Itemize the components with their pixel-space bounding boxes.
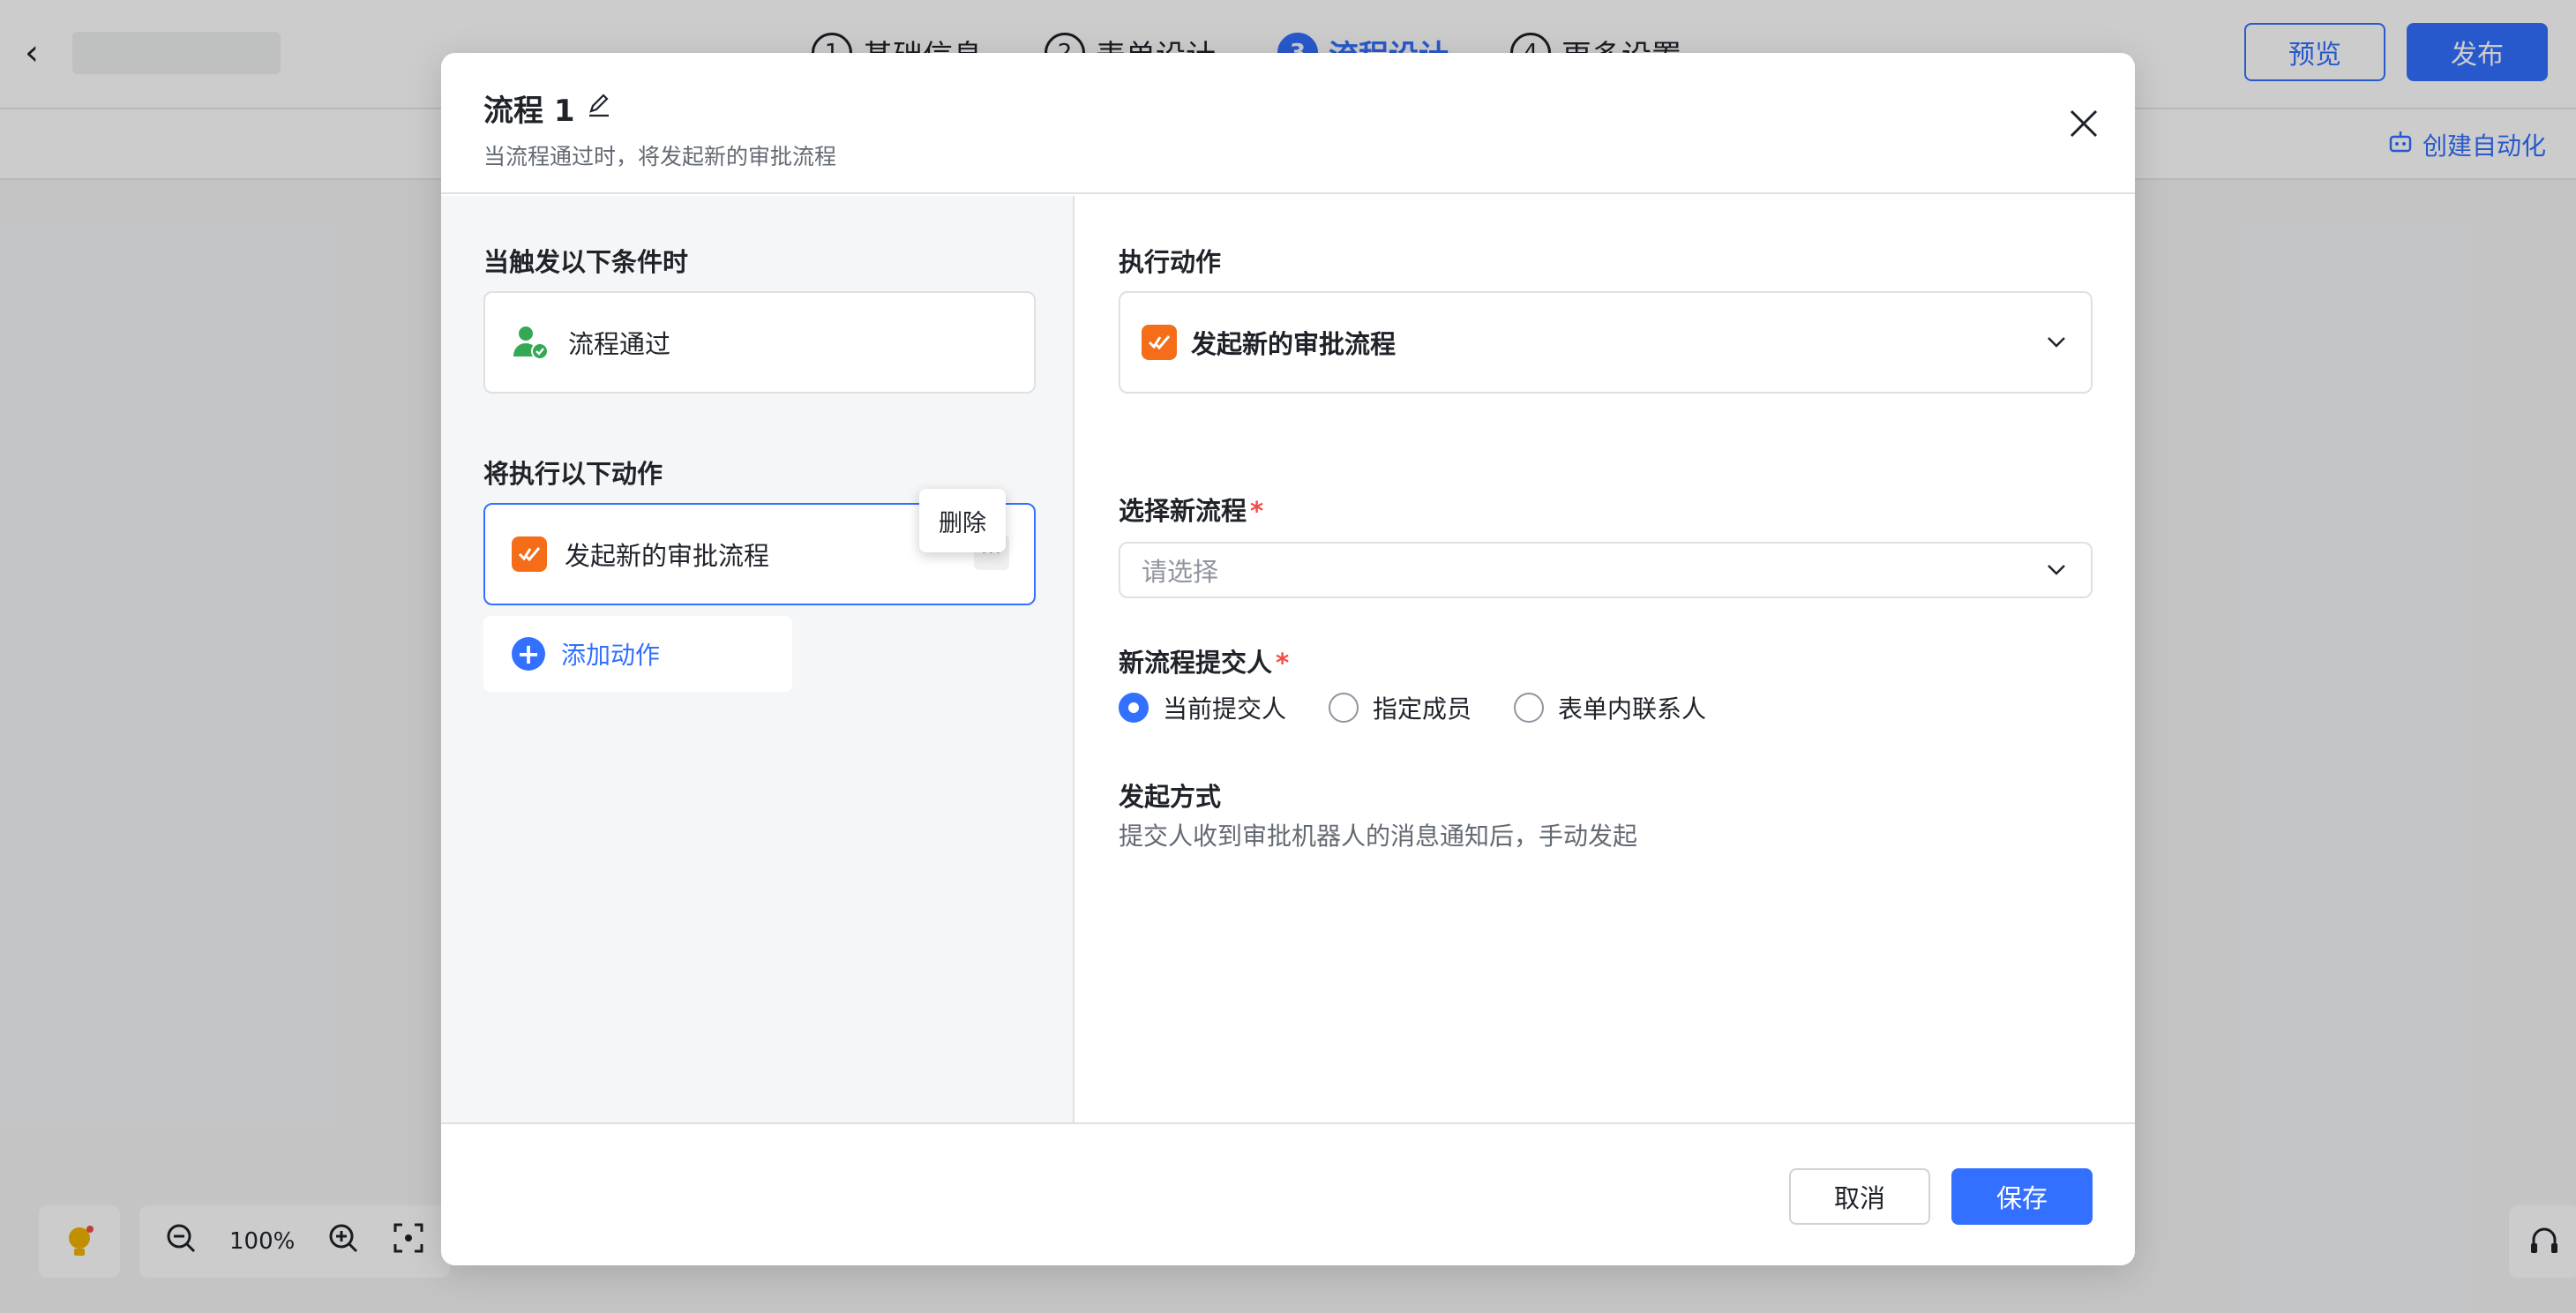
submitter-radio-group: 当前提交人 指定成员 表单内联系人 <box>1119 690 1706 725</box>
submitter-label: 新流程提交人 * <box>1119 642 1289 679</box>
pencil-icon[interactable] <box>586 92 612 125</box>
radio-button[interactable] <box>1514 693 1545 723</box>
dialog-footer: 取消 保存 <box>441 1122 2135 1265</box>
radio-button-checked[interactable] <box>1119 693 1149 723</box>
chevron-down-icon <box>2047 559 2066 581</box>
select-flow-dropdown[interactable]: 请选择 <box>1119 542 2093 598</box>
chevron-down-icon <box>2047 332 2066 354</box>
close-icon[interactable] <box>2064 104 2103 143</box>
execute-action-label: 执行动作 <box>1119 247 1222 277</box>
dialog-header: 流程 1 当流程通过时，将发起新的审批流程 <box>441 53 2135 194</box>
plus-icon: + <box>512 637 545 671</box>
execute-action-select[interactable]: 发起新的审批流程 <box>1119 291 2093 394</box>
radio-specified-member[interactable]: 指定成员 <box>1329 690 1471 725</box>
select-flow-label-text: 选择新流程 <box>1119 496 1247 526</box>
person-check-icon <box>512 323 550 362</box>
action-label: 发起新的审批流程 <box>565 541 770 571</box>
required-mark: * <box>1276 648 1290 678</box>
trigger-card[interactable]: 流程通过 <box>483 291 1036 394</box>
cancel-button[interactable]: 取消 <box>1789 1168 1930 1225</box>
dialog-title: 流程 1 <box>483 86 612 130</box>
action-config-panel: 执行动作 发起新的审批流程 选择新流程 * 请选择 新流程提交人 * 当前提交人… <box>1076 196 2135 1122</box>
delete-menu-item[interactable]: 删除 <box>919 489 1006 552</box>
radio-current-submitter[interactable]: 当前提交人 <box>1119 690 1286 725</box>
radio-label: 表单内联系人 <box>1558 694 1707 724</box>
radio-form-contact[interactable]: 表单内联系人 <box>1514 690 1706 725</box>
select-flow-label: 选择新流程 * <box>1119 491 1263 528</box>
radio-label: 指定成员 <box>1373 694 1472 724</box>
required-mark: * <box>1250 496 1264 526</box>
approval-icon <box>512 536 547 572</box>
trigger-section-label: 当触发以下条件时 <box>483 247 689 277</box>
launch-mode-description: 提交人收到审批机器人的消息通知后，手动发起 <box>1119 822 1638 851</box>
actions-section-label: 将执行以下动作 <box>483 459 663 489</box>
execute-action-value: 发起新的审批流程 <box>1191 329 1397 359</box>
dialog-subtitle: 当流程通过时，将发起新的审批流程 <box>483 144 837 169</box>
radio-button[interactable] <box>1329 693 1359 723</box>
add-action-label: 添加动作 <box>561 641 661 670</box>
trigger-label: 流程通过 <box>568 329 671 359</box>
dialog-title-text: 流程 1 <box>483 94 575 129</box>
trigger-panel: 当触发以下条件时 流程通过 将执行以下动作 发起新的审批流程 ··· + 添加动… <box>441 196 1075 1122</box>
select-flow-placeholder: 请选择 <box>1142 557 1219 587</box>
launch-mode-label: 发起方式 <box>1119 782 1222 812</box>
save-button[interactable]: 保存 <box>1951 1168 2093 1225</box>
submitter-label-text: 新流程提交人 <box>1119 648 1273 678</box>
radio-label: 当前提交人 <box>1163 694 1287 724</box>
add-action-button[interactable]: + 添加动作 <box>483 616 792 692</box>
automation-dialog: 流程 1 当流程通过时，将发起新的审批流程 当触发以下条件时 流程通过 将执行以… <box>441 53 2135 1265</box>
approval-icon <box>1142 325 1177 360</box>
